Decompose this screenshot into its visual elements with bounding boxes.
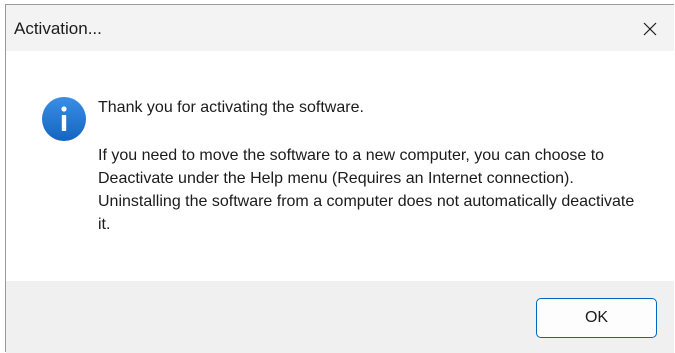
info-icon <box>42 97 86 141</box>
dialog-footer: OK <box>6 281 674 353</box>
message-body: If you need to move the software to a ne… <box>98 147 635 233</box>
dialog-content: Thank you for activating the software. I… <box>6 51 674 281</box>
message-line1: Thank you for activating the software. <box>98 99 364 116</box>
title-bar[interactable]: Activation... <box>6 5 674 51</box>
ok-button[interactable]: OK <box>536 298 657 338</box>
close-icon <box>643 22 657 36</box>
activation-dialog: Activation... Thank you for activating t… <box>5 4 674 353</box>
window-title: Activation... <box>14 19 102 38</box>
close-button[interactable] <box>630 10 670 48</box>
